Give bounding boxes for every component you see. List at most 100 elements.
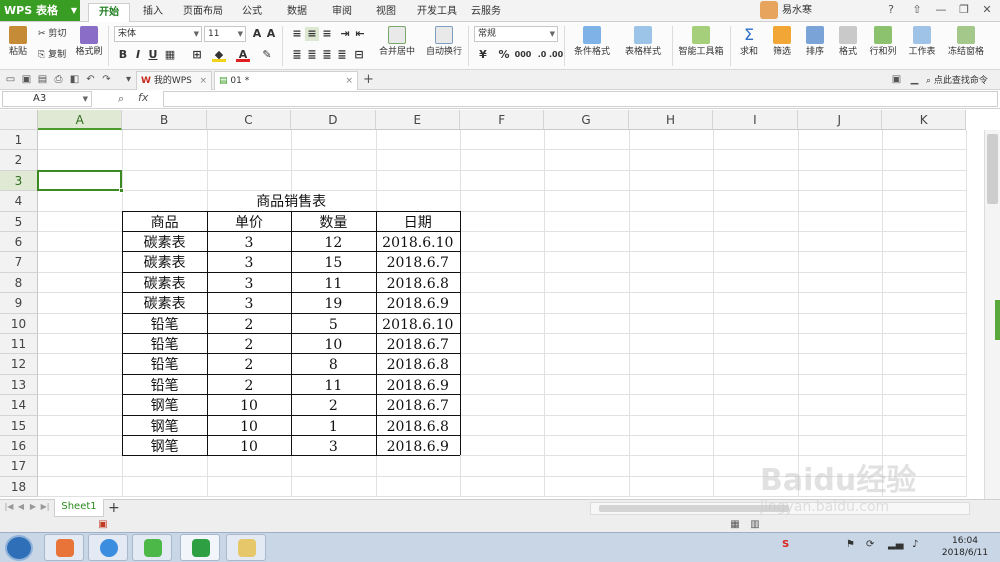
row-header-4[interactable]: 4: [0, 191, 38, 212]
table-cell[interactable]: 10: [207, 416, 291, 436]
table-cell[interactable]: 12: [291, 232, 375, 252]
justify-icon[interactable]: ≣: [335, 48, 349, 62]
align-bottom-icon[interactable]: ≡: [320, 27, 334, 41]
row-header-17[interactable]: 17: [0, 456, 38, 477]
taskbar-app-chrome[interactable]: [88, 534, 128, 561]
tab-developer[interactable]: 开发工具: [412, 3, 462, 22]
table-cell[interactable]: 2: [207, 314, 291, 334]
next-sheet-icon[interactable]: ▶: [28, 502, 38, 511]
taskbar-app-game[interactable]: [44, 534, 84, 561]
copy-button[interactable]: ⎘ 复制: [38, 47, 72, 60]
table-header-cell[interactable]: 日期: [376, 212, 460, 232]
row-header-12[interactable]: 12: [0, 354, 38, 375]
decrease-decimal-icon[interactable]: .00: [549, 48, 563, 62]
name-box[interactable]: A3 ▼: [2, 91, 92, 107]
table-cell[interactable]: 2018.6.8: [376, 273, 460, 293]
table-cell[interactable]: 10: [207, 436, 291, 456]
table-cell[interactable]: 10: [207, 395, 291, 415]
table-cell[interactable]: 碳素表: [122, 293, 206, 313]
table-cell[interactable]: 2018.6.8: [376, 354, 460, 374]
freeze-panes-button[interactable]: 冻结窗格: [944, 26, 988, 57]
table-header-cell[interactable]: 商品: [122, 212, 206, 232]
table-cell[interactable]: 2018.6.8: [376, 416, 460, 436]
bold-button[interactable]: B: [116, 48, 130, 62]
table-cell[interactable]: 钢笔: [122, 436, 206, 456]
table-cell[interactable]: 2: [207, 354, 291, 374]
doc-tab-01[interactable]: ▤ 01 * ×: [214, 71, 358, 90]
macro-record-icon[interactable]: ▣: [96, 518, 110, 531]
worksheet-button[interactable]: 工作表: [904, 26, 940, 57]
format-button[interactable]: 格式: [833, 26, 863, 57]
fill-handle[interactable]: [119, 188, 125, 194]
save-icon[interactable]: ▣: [20, 73, 33, 86]
volume-tray-icon[interactable]: ♪: [912, 539, 918, 550]
table-cell[interactable]: 5: [291, 314, 375, 334]
security-tray-icon[interactable]: S: [782, 539, 789, 550]
wrap-text-button[interactable]: 自动换行: [424, 26, 464, 57]
underline-button[interactable]: U: [146, 48, 160, 62]
table-cell[interactable]: 2018.6.7: [376, 334, 460, 354]
number-format-select[interactable]: 常规 ▼: [474, 26, 558, 42]
font-name-select[interactable]: 宋体 ▼: [114, 26, 202, 42]
borders-icon[interactable]: ▦: [163, 48, 177, 62]
select-all-corner[interactable]: [0, 110, 38, 130]
merge-center-button[interactable]: 合并居中: [372, 26, 422, 57]
app-menu-button[interactable]: WPS 表格 ▼: [0, 0, 80, 21]
italic-button[interactable]: I: [131, 48, 145, 62]
font-color-icon[interactable]: A: [236, 48, 250, 62]
table-cell[interactable]: 铅笔: [122, 354, 206, 374]
tab-review[interactable]: 审阅: [325, 3, 359, 22]
column-header-j[interactable]: J: [797, 110, 882, 130]
filter-button[interactable]: 筛选: [767, 26, 797, 57]
table-cell[interactable]: 15: [291, 252, 375, 272]
minimize-panel-icon[interactable]: ▁: [908, 73, 921, 86]
thousands-button[interactable]: 000: [513, 48, 533, 62]
column-header-f[interactable]: F: [460, 110, 545, 130]
table-cell[interactable]: 3: [207, 293, 291, 313]
merge-cells-icon[interactable]: ⊞: [190, 48, 204, 62]
column-header-a[interactable]: A: [38, 110, 123, 130]
conditional-format-button[interactable]: 条件格式: [568, 26, 616, 57]
table-header-cell[interactable]: 数量: [291, 212, 375, 232]
prev-sheet-icon[interactable]: ◀: [16, 502, 26, 511]
restore-button[interactable]: ❐: [953, 2, 975, 19]
flag-tray-icon[interactable]: ⚑: [846, 539, 855, 550]
new-tab-icon[interactable]: +: [362, 73, 375, 86]
sheet-tab-sheet1[interactable]: Sheet1: [54, 499, 104, 517]
align-center-icon[interactable]: ≣: [305, 48, 319, 62]
row-header-8[interactable]: 8: [0, 272, 38, 294]
table-cell[interactable]: 2018.6.7: [376, 395, 460, 415]
row-header-10[interactable]: 10: [0, 313, 38, 334]
table-cell[interactable]: 铅笔: [122, 314, 206, 334]
table-header-cell[interactable]: 单价: [207, 212, 291, 232]
column-header-e[interactable]: E: [375, 110, 460, 130]
open-folder-icon[interactable]: ▭: [4, 73, 17, 86]
table-cell[interactable]: 8: [291, 354, 375, 374]
table-cell[interactable]: 钢笔: [122, 416, 206, 436]
row-header-2[interactable]: 2: [0, 150, 38, 171]
align-right-icon[interactable]: ≣: [320, 48, 334, 62]
page-break-view-icon[interactable]: ▥: [748, 518, 762, 531]
table-style-button[interactable]: 表格样式: [618, 26, 668, 57]
column-header-d[interactable]: D: [291, 110, 376, 130]
table-cell[interactable]: 11: [291, 273, 375, 293]
start-button[interactable]: [5, 535, 33, 561]
row-header-18[interactable]: 18: [0, 476, 38, 498]
sort-button[interactable]: 排序: [800, 26, 830, 57]
table-cell[interactable]: 2018.6.10: [376, 232, 460, 252]
close-button[interactable]: ✕: [976, 2, 998, 19]
tab-insert[interactable]: 插入: [136, 3, 170, 22]
percent-button[interactable]: %: [497, 48, 511, 62]
formula-input[interactable]: [163, 91, 998, 107]
row-header-7[interactable]: 7: [0, 252, 38, 273]
table-cell[interactable]: 2: [207, 334, 291, 354]
clear-format-icon[interactable]: ✎: [260, 48, 274, 62]
row-header-1[interactable]: 1: [0, 130, 38, 151]
minimize-button[interactable]: —: [930, 2, 952, 19]
close-icon[interactable]: ×: [199, 72, 207, 90]
network-tray-icon[interactable]: ▂▄: [888, 539, 903, 550]
scrollbar-thumb[interactable]: [987, 134, 998, 204]
column-header-h[interactable]: H: [628, 110, 714, 130]
close-icon[interactable]: ×: [345, 72, 353, 90]
table-cell[interactable]: 3: [291, 436, 375, 456]
